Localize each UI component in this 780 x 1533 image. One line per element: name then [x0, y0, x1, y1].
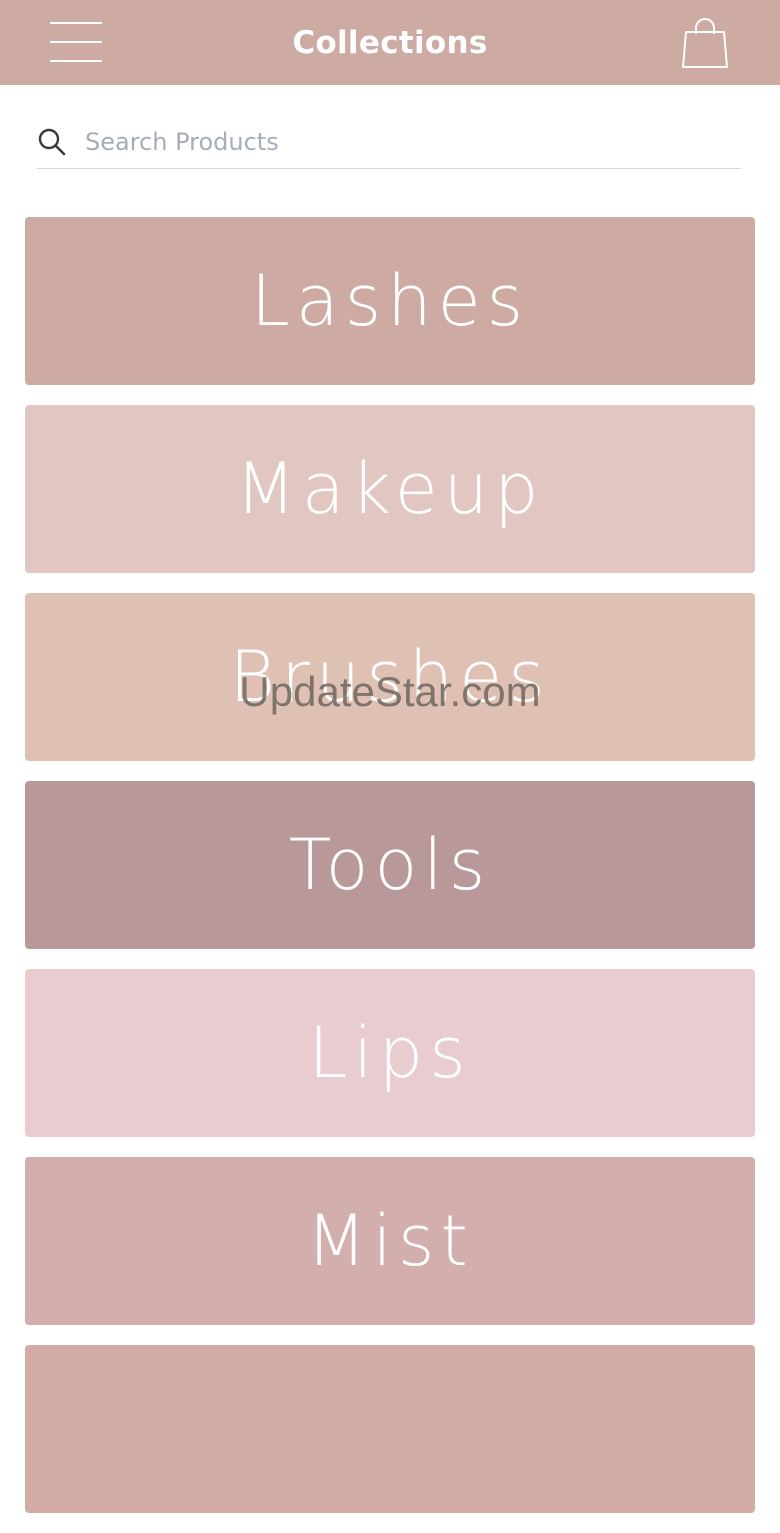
menu-button[interactable]: [50, 22, 102, 62]
cart-button[interactable]: [680, 16, 730, 70]
collection-tile-makeup[interactable]: Makeup: [25, 405, 755, 573]
collection-label: Tools: [288, 824, 492, 906]
collections-list: Lashes Makeup Brushes Tools Lips Mist: [25, 217, 755, 1533]
app-header: Collections: [0, 0, 780, 85]
search-icon[interactable]: [37, 127, 67, 157]
search-bar: [37, 116, 741, 169]
collection-tile-partial[interactable]: [25, 1345, 755, 1513]
collection-label: Lips: [308, 1012, 472, 1094]
collection-label: Mist: [306, 1200, 474, 1282]
collection-tile-mist[interactable]: Mist: [25, 1157, 755, 1325]
collection-tile-lashes[interactable]: Lashes: [25, 217, 755, 385]
collection-tile-tools[interactable]: Tools: [25, 781, 755, 949]
collection-label: Brushes: [229, 636, 551, 718]
shopping-bag-icon: [682, 18, 728, 68]
collection-label: Makeup: [235, 448, 545, 530]
collection-label: Lashes: [250, 260, 530, 342]
hamburger-menu-icon: [50, 22, 102, 24]
collection-tile-brushes[interactable]: Brushes: [25, 593, 755, 761]
search-input[interactable]: [85, 128, 741, 156]
page-title: Collections: [292, 24, 488, 61]
collection-tile-lips[interactable]: Lips: [25, 969, 755, 1137]
